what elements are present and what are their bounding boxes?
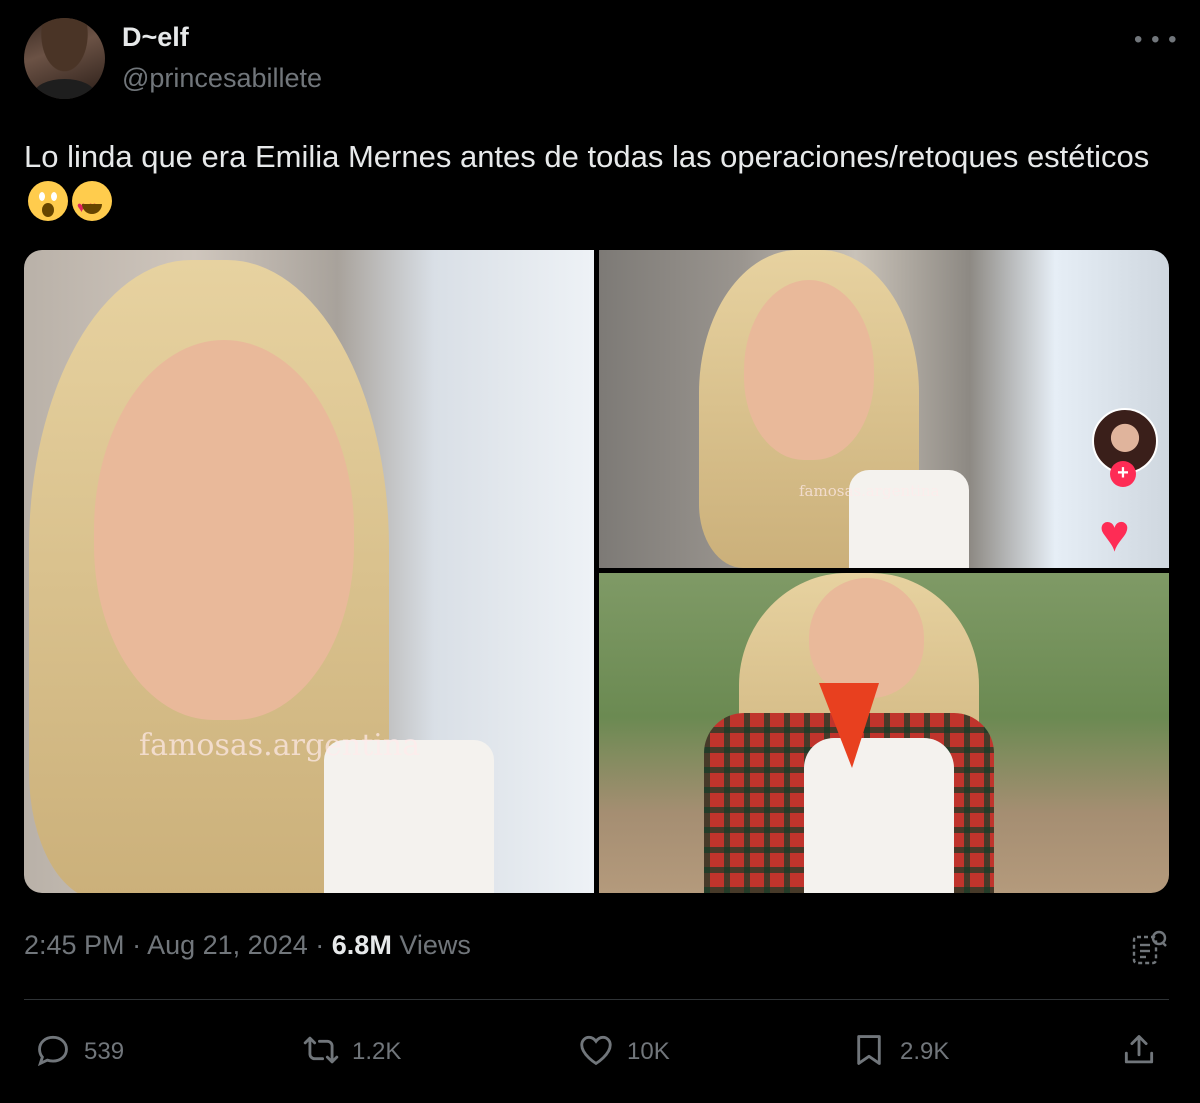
tweet-date[interactable]: Aug 21, 2024 — [147, 930, 308, 960]
like-count: 10K — [627, 1038, 670, 1065]
bookmark-icon — [850, 1031, 888, 1074]
face-screaming-in-fear-emoji-icon — [28, 181, 68, 221]
retweet-count: 1.2K — [352, 1038, 402, 1065]
author-avatar[interactable] — [24, 18, 105, 99]
author-handle[interactable]: @princesabillete — [122, 63, 322, 94]
photo-closeup[interactable]: famosas.argentina — [24, 250, 594, 893]
photo-face — [94, 340, 354, 720]
views-label: Views — [399, 930, 471, 960]
photo-interview[interactable]: famosas.argentina + ♥ — [599, 250, 1169, 568]
tweet-time[interactable]: 2:45 PM — [24, 930, 125, 960]
bookmark-button[interactable]: 2.9K — [850, 1030, 949, 1074]
meta-separator: · — [132, 930, 142, 960]
photo-outdoor[interactable] — [599, 573, 1169, 893]
photo-face — [809, 578, 924, 698]
photo-white-top — [804, 738, 954, 893]
views-count: 6.8M — [331, 930, 392, 960]
photo-face — [744, 280, 874, 460]
retweet-icon — [302, 1031, 340, 1074]
author-display-name[interactable]: D~elf — [122, 22, 189, 53]
watermark-top-right: famosas.argentina — [799, 482, 940, 500]
like-button[interactable]: 10K — [577, 1030, 670, 1074]
tiktok-follow-plus-icon: + — [1110, 461, 1136, 487]
analytics-icon[interactable] — [1131, 928, 1169, 968]
tweet-text: Lo linda que era Emilia Mernes antes de … — [24, 134, 1174, 231]
more-icon[interactable]: • • • — [1134, 26, 1178, 54]
reply-icon — [34, 1031, 72, 1074]
meta-separator-2: · — [315, 930, 325, 960]
share-button[interactable] — [1120, 1030, 1158, 1074]
watermark-left: famosas.argentina — [139, 728, 421, 763]
retweet-button[interactable]: 1.2K — [302, 1030, 401, 1074]
like-icon — [577, 1031, 615, 1074]
media-grid: famosas.argentina famosas.argentina + ♥ — [24, 250, 1169, 893]
reply-count: 539 — [84, 1038, 125, 1065]
divider — [24, 999, 1169, 1000]
tweet-meta: 2:45 PM · Aug 21, 2024 · 6.8M Views — [24, 930, 471, 961]
heart-eyes-emoji-icon — [72, 181, 112, 231]
tweet-text-body: Lo linda que era Emilia Mernes antes de … — [24, 139, 1150, 174]
reply-button[interactable]: 539 — [34, 1030, 124, 1074]
bookmark-count: 2.9K — [900, 1038, 950, 1065]
share-icon — [1120, 1031, 1158, 1074]
tiktok-heart-icon: ♥ — [1099, 505, 1130, 563]
